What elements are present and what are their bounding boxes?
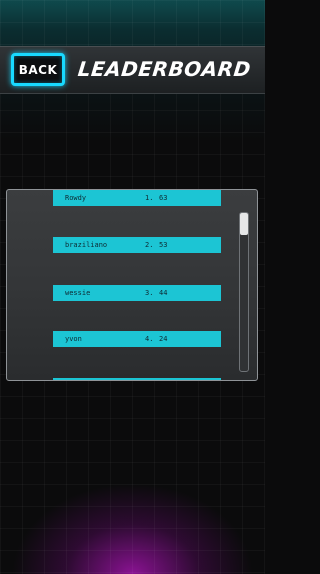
player-name: yvon <box>65 335 82 343</box>
player-name: braziliano <box>65 241 108 249</box>
leaderboard-row: yvon 4. 24 <box>53 331 221 347</box>
player-score: 24 <box>159 335 168 343</box>
leaderboard-row: wessie 3. 44 <box>53 285 221 301</box>
player-name: wessie <box>65 289 91 297</box>
page-title: LEADERBOARD <box>76 57 253 81</box>
leaderboard-row: braziliano 2. 53 <box>53 237 221 253</box>
player-rank: 4. <box>145 335 154 343</box>
leaderboard-panel[interactable]: Rowdy 1. 63 braziliano 2. 53 wessie 3. 4… <box>6 189 258 381</box>
player-rank: 2. <box>145 241 154 249</box>
header-bar: BACK LEADERBOARD <box>0 46 265 94</box>
scrollbar[interactable] <box>239 212 249 372</box>
player-rank: 1. <box>145 194 154 202</box>
leaderboard-row-partial <box>53 378 221 380</box>
player-score: 53 <box>159 241 168 249</box>
back-button[interactable]: BACK <box>11 53 65 86</box>
player-score: 63 <box>159 194 168 202</box>
player-name: Rowdy <box>65 194 87 202</box>
leaderboard-row: Rowdy 1. 63 <box>53 190 221 206</box>
player-rank: 3. <box>145 289 154 297</box>
scrollbar-thumb[interactable] <box>240 213 248 235</box>
player-score: 44 <box>159 289 168 297</box>
